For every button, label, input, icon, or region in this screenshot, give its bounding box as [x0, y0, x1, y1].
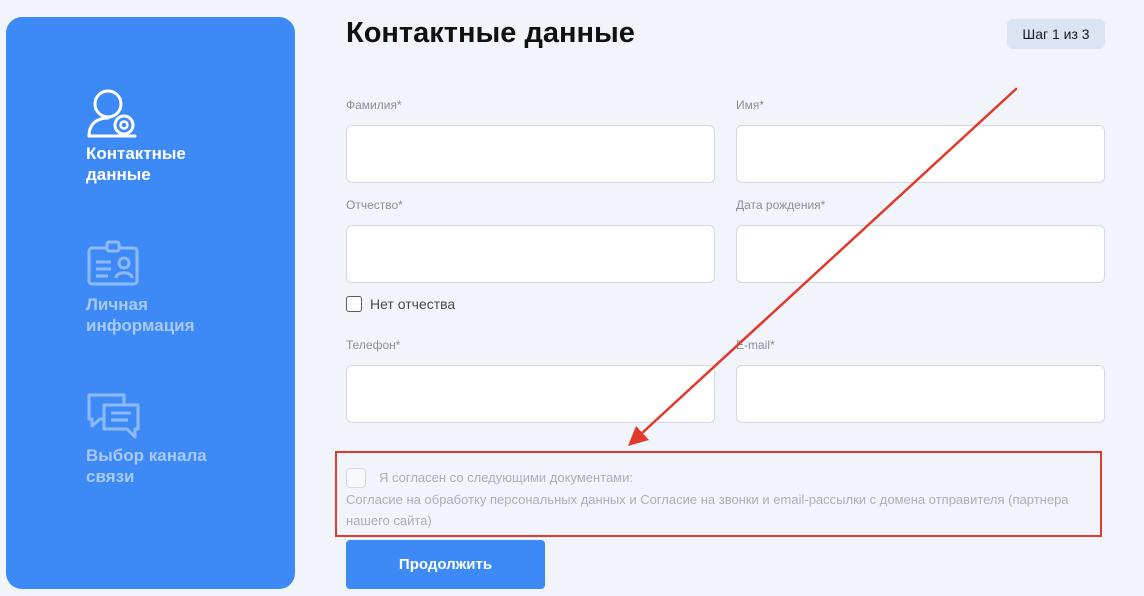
step-label: Контактные данные: [86, 144, 186, 184]
patronymic-label: Отчество*: [346, 198, 403, 212]
step-counter-badge: Шаг 1 из 3: [1007, 19, 1105, 49]
no-patronymic-option[interactable]: Нет отчества: [346, 296, 455, 312]
last-name-input[interactable]: [346, 125, 715, 183]
last-name-label: Фамилия*: [346, 98, 402, 112]
birth-date-input[interactable]: [736, 225, 1105, 283]
patronymic-input[interactable]: [346, 225, 715, 283]
step-contact-channel[interactable]: Выбор канала связи: [86, 389, 286, 487]
email-label: E-mail*: [736, 338, 775, 352]
steps-sidebar: Контактные данные Личная информация Выбо…: [6, 17, 295, 589]
step-personal-info[interactable]: Личная информация: [86, 238, 286, 336]
first-name-label: Имя*: [736, 98, 765, 112]
chat-bubbles-icon: [87, 393, 140, 439]
page-title: Контактные данные: [346, 17, 635, 49]
phone-label: Телефон*: [346, 338, 401, 352]
user-email-icon: [87, 89, 137, 138]
birth-date-label: Дата рождения*: [736, 198, 826, 212]
continue-button[interactable]: Продолжить: [346, 540, 545, 589]
email-input[interactable]: [736, 365, 1105, 423]
consent-checkbox[interactable]: [346, 468, 366, 488]
phone-input[interactable]: [346, 365, 715, 423]
step-label: Выбор канала связи: [86, 446, 207, 486]
step-label: Личная информация: [86, 295, 195, 335]
consent-documents-text: Согласие на обработку персональных данны…: [346, 492, 1069, 528]
no-patronymic-label: Нет отчества: [370, 296, 456, 312]
consent-title: Я согласен со следующими документами:: [379, 470, 633, 485]
step-contact-data[interactable]: Контактные данные: [86, 87, 286, 185]
first-name-input[interactable]: [736, 125, 1105, 183]
no-patronymic-checkbox[interactable]: [346, 296, 362, 312]
id-card-icon: [87, 240, 139, 286]
